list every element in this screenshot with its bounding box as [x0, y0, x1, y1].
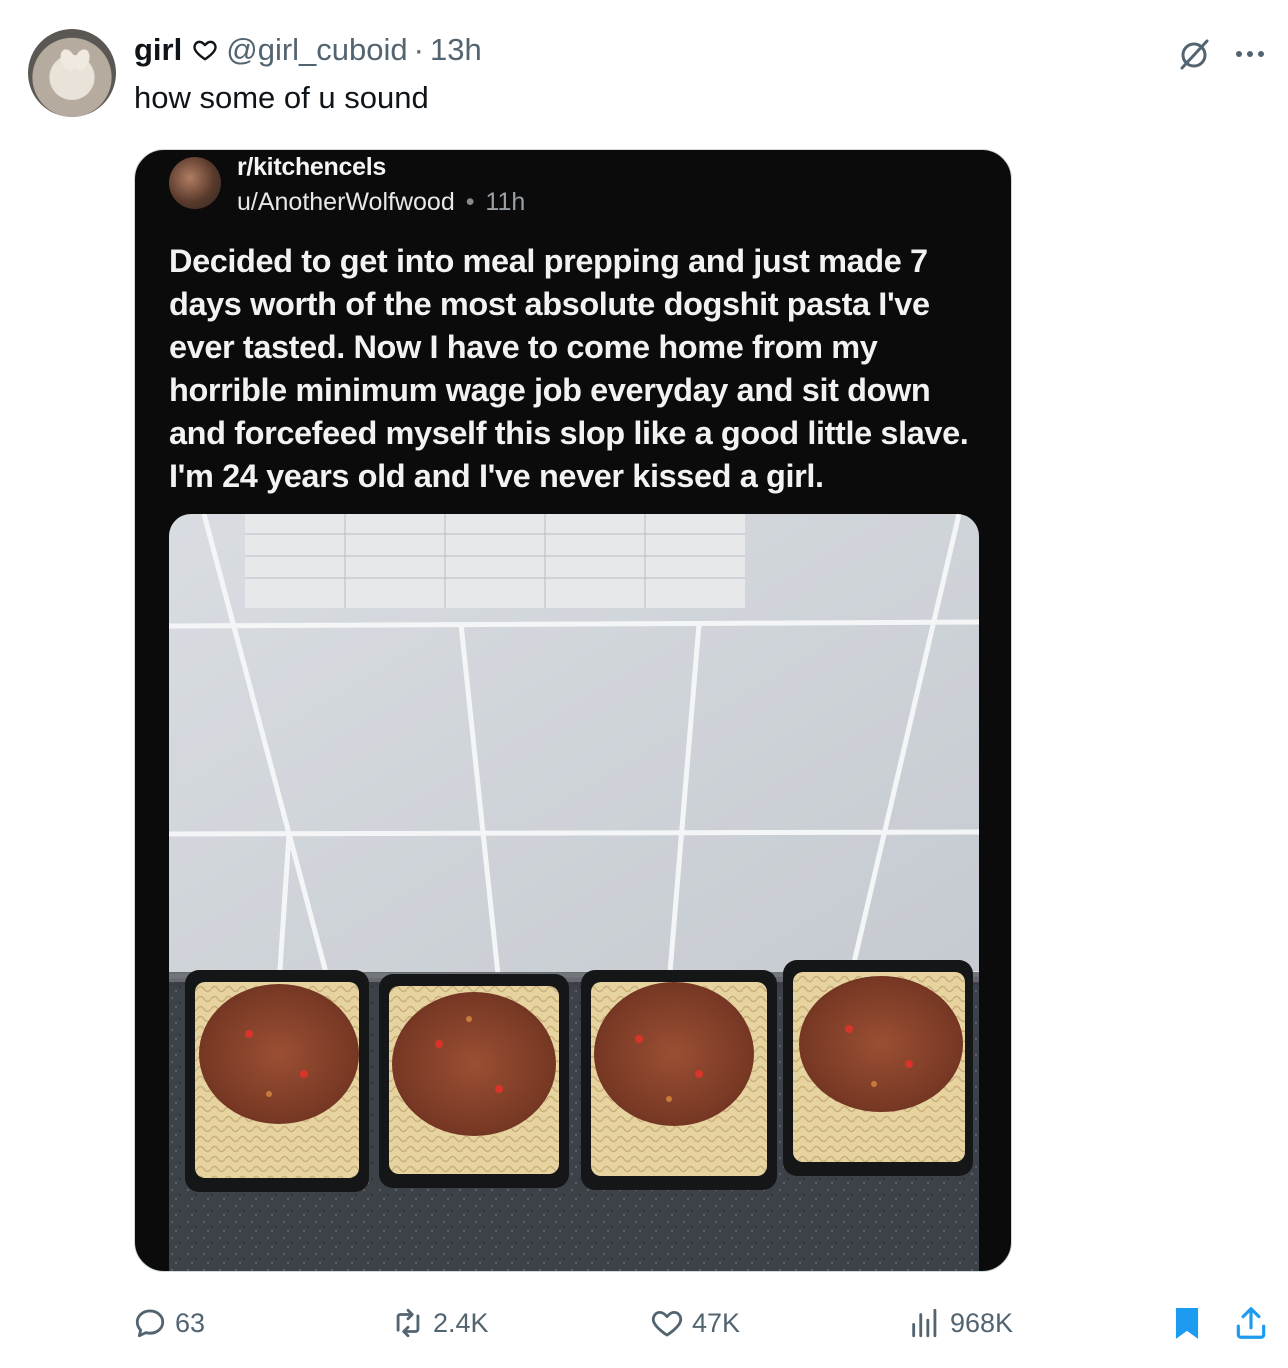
- reply-icon: [135, 1309, 165, 1338]
- subreddit-avatar: [169, 157, 221, 209]
- reply-count: 63: [175, 1307, 206, 1338]
- avatar-ear: [71, 47, 93, 73]
- views-chart-icon: [912, 1308, 937, 1338]
- tweet-text: how some of u sound: [134, 80, 429, 115]
- bookmark-button[interactable]: [1168, 1304, 1206, 1342]
- bookmark-icon: [1175, 1307, 1199, 1339]
- views-count: 968K: [950, 1307, 1014, 1338]
- share-icon: [1236, 1307, 1266, 1339]
- like-button[interactable]: 47K: [650, 1306, 740, 1340]
- display-name[interactable]: girl: [134, 32, 182, 68]
- meta-separator: •: [465, 188, 475, 216]
- more-options-icon[interactable]: [1232, 36, 1268, 77]
- author-avatar[interactable]: [28, 29, 116, 117]
- retweet-button[interactable]: 2.4K: [391, 1306, 489, 1340]
- views-button[interactable]: 968K: [908, 1306, 1013, 1340]
- heart-outline-icon: [192, 37, 218, 63]
- quoted-post-card[interactable]: r/kitchencels u/AnotherWolfwood • 11h De…: [134, 149, 1012, 1272]
- subreddit-name: r/kitchencels: [237, 153, 386, 181]
- user-handle[interactable]: @girl_cuboid: [226, 32, 407, 68]
- meal-prep-photo[interactable]: [169, 514, 979, 1271]
- post-author: u/AnotherWolfwood: [237, 188, 455, 216]
- like-count: 47K: [692, 1307, 741, 1338]
- tweet-actions-bar: 63 2.4K 47K 968K: [0, 1296, 1288, 1352]
- retweet-icon: [396, 1308, 420, 1338]
- post-title: Decided to get into meal prepping and ju…: [169, 243, 969, 494]
- header-separator: ·: [413, 32, 424, 67]
- reply-button[interactable]: 63: [133, 1306, 205, 1340]
- tweet-timestamp[interactable]: 13h: [430, 32, 482, 68]
- grok-icon[interactable]: [1174, 34, 1214, 79]
- post-age: 11h: [485, 188, 526, 216]
- tweet-top-actions: [1174, 34, 1268, 79]
- tweet-header: girl @girl_cuboid · 13h: [134, 30, 482, 70]
- heart-icon: [651, 1310, 683, 1337]
- share-button[interactable]: [1232, 1304, 1270, 1342]
- retweet-count: 2.4K: [433, 1307, 489, 1338]
- post-meta: u/AnotherWolfwood • 11h: [237, 188, 525, 217]
